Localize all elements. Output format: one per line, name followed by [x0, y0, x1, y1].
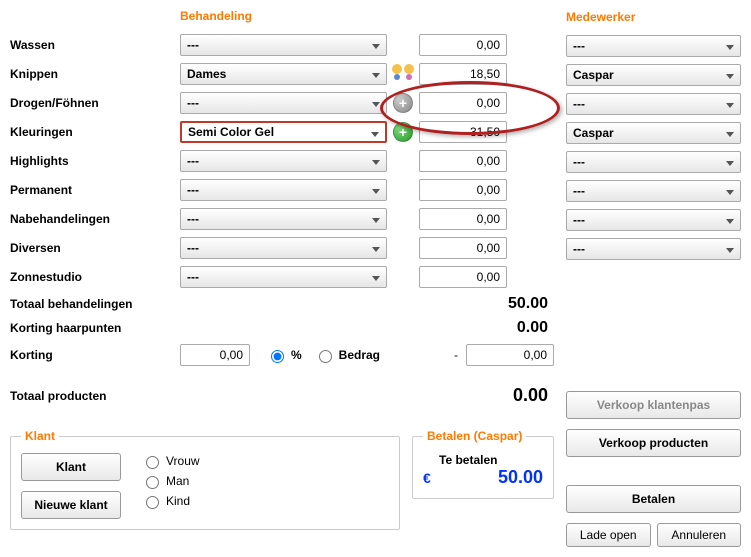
gender-kind-label: Kind [166, 494, 190, 508]
lade-open-button[interactable]: Lade open [566, 523, 651, 547]
total-producten-value: 0.00 [513, 385, 554, 406]
korting-percent-radio[interactable] [271, 350, 284, 363]
total-producten-label: Totaal producten [10, 389, 180, 403]
medewerker-select-7[interactable]: --- [566, 238, 741, 260]
medewerker-select-5[interactable]: --- [566, 180, 741, 202]
row-label-7: Diversen [10, 241, 180, 255]
behandeling-select-2[interactable]: --- [180, 92, 387, 114]
row-label-0: Wassen [10, 38, 180, 52]
betalen-legend: Betalen (Caspar) [423, 429, 526, 443]
price-input-3[interactable] [419, 121, 507, 143]
klant-legend: Klant [21, 429, 59, 443]
row-label-6: Nabehandelingen [10, 212, 180, 226]
gender-man-radio[interactable] [146, 476, 159, 489]
korting-bedrag-radio[interactable] [319, 350, 332, 363]
behandeling-select-4[interactable]: --- [180, 150, 387, 172]
row-label-2: Drogen/Föhnen [10, 96, 180, 110]
behandeling-select-8[interactable]: --- [180, 266, 387, 288]
verkoop-producten-button[interactable]: Verkoop producten [566, 429, 741, 457]
row-label-8: Zonnestudio [10, 270, 180, 284]
te-betalen-amount: 50.00 [451, 467, 543, 488]
gender-man-label: Man [166, 474, 189, 488]
behandeling-select-6[interactable]: --- [180, 208, 387, 230]
total-behandelingen-label: Totaal behandelingen [10, 297, 180, 311]
plus-grey-icon[interactable]: + [393, 93, 413, 113]
behandeling-select-7[interactable]: --- [180, 237, 387, 259]
gender-vrouw-radio[interactable] [146, 456, 159, 469]
price-input-8[interactable] [419, 266, 507, 288]
medewerker-select-3[interactable]: Caspar [566, 122, 741, 144]
price-input-5[interactable] [419, 179, 507, 201]
price-input-0[interactable] [419, 34, 507, 56]
korting-input[interactable] [180, 344, 250, 366]
price-input-6[interactable] [419, 208, 507, 230]
medewerker-select-0[interactable]: --- [566, 35, 741, 57]
header-behandeling: Behandeling [180, 9, 252, 23]
row-label-3: Kleuringen [10, 125, 180, 139]
korting-label: Korting [10, 348, 180, 362]
price-input-2[interactable] [419, 92, 507, 114]
row-label-4: Highlights [10, 154, 180, 168]
betalen-button[interactable]: Betalen [566, 485, 741, 513]
behandeling-select-3[interactable]: Semi Color Gel [180, 121, 387, 143]
total-behandelingen-value: 50.00 [508, 295, 554, 313]
klant-button[interactable]: Klant [21, 453, 121, 481]
korting-result[interactable] [466, 344, 554, 366]
korting-sep: - [454, 348, 458, 362]
gender-kind-radio[interactable] [146, 496, 159, 509]
medewerker-select-6[interactable]: --- [566, 209, 741, 231]
price-input-7[interactable] [419, 237, 507, 259]
euro-symbol: € [423, 470, 431, 486]
medewerker-select-4[interactable]: --- [566, 151, 741, 173]
price-input-1[interactable] [419, 63, 507, 85]
korting-bedrag-label: Bedrag [339, 348, 380, 362]
medewerker-select-1[interactable]: Caspar [566, 64, 741, 86]
nieuwe-klant-button[interactable]: Nieuwe klant [21, 491, 121, 519]
annuleren-button[interactable]: Annuleren [657, 523, 742, 547]
people-icon[interactable] [392, 64, 414, 84]
row-label-5: Permanent [10, 183, 180, 197]
te-betalen-label: Te betalen [439, 453, 543, 467]
behandeling-select-1[interactable]: Dames [180, 63, 387, 85]
verkoop-klantenpas-button[interactable]: Verkoop klantenpas [566, 391, 741, 419]
korting-haarpunten-value: 0.00 [517, 319, 554, 337]
korting-haarpunten-label: Korting haarpunten [10, 321, 180, 335]
medewerker-select-2[interactable]: --- [566, 93, 741, 115]
gender-vrouw-label: Vrouw [166, 454, 200, 468]
row-label-1: Knippen [10, 67, 180, 81]
korting-percent-label: % [291, 348, 302, 362]
plus-green-icon[interactable]: + [393, 122, 413, 142]
behandeling-select-5[interactable]: --- [180, 179, 387, 201]
price-input-4[interactable] [419, 150, 507, 172]
behandeling-select-0[interactable]: --- [180, 34, 387, 56]
header-medewerker: Medewerker [566, 10, 741, 28]
